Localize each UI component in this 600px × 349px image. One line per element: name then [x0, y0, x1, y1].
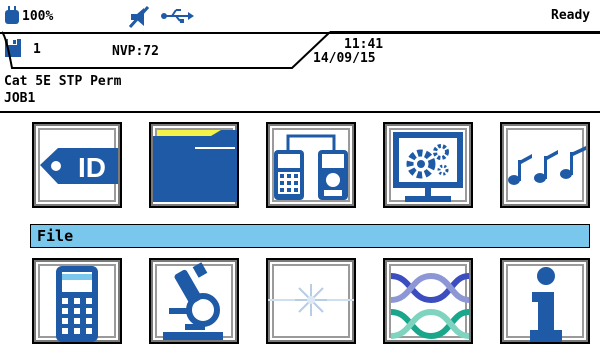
cable-tile[interactable] — [383, 258, 473, 344]
svg-text:ID: ID — [78, 152, 106, 183]
settings-tile[interactable] — [383, 122, 473, 208]
laser-tile[interactable] — [266, 258, 356, 344]
status-ready: Ready — [551, 8, 591, 23]
selected-item-label-bar: File — [30, 224, 590, 248]
usb-icon — [161, 9, 194, 23]
settings-monitor-icon — [393, 132, 463, 202]
microscope-tile[interactable] — [149, 258, 239, 344]
microscope-icon — [163, 262, 223, 340]
info-icon — [530, 267, 562, 342]
folder-icon — [153, 130, 237, 202]
laser-icon — [268, 284, 354, 316]
info-tile[interactable] — [500, 258, 590, 344]
file-tile[interactable] — [149, 122, 239, 208]
music-notes-icon — [508, 146, 586, 185]
divider — [0, 111, 600, 113]
selected-item-label: File — [37, 227, 74, 245]
tester-tile[interactable] — [32, 258, 122, 344]
tester-units-icon — [274, 134, 348, 200]
job-name: JOB1 — [4, 91, 36, 106]
battery-icon — [5, 6, 19, 24]
sound-tile[interactable] — [500, 122, 590, 208]
tester-units-tile[interactable] — [266, 122, 356, 208]
cable-type: Cat 5E STP Perm — [4, 74, 122, 89]
id-tile[interactable]: ID — [32, 122, 122, 208]
twisted-pair-icon — [390, 272, 470, 340]
battery-level: 100% — [22, 9, 54, 24]
id-tag-icon: ID — [40, 148, 118, 184]
divider — [1, 31, 600, 69]
handheld-tester-icon — [56, 266, 98, 342]
tester-screen: 100% Ready 1 NVP:72 11:41 14/09/15 Cat 5… — [0, 0, 600, 349]
speaker-muted-icon — [128, 6, 150, 28]
